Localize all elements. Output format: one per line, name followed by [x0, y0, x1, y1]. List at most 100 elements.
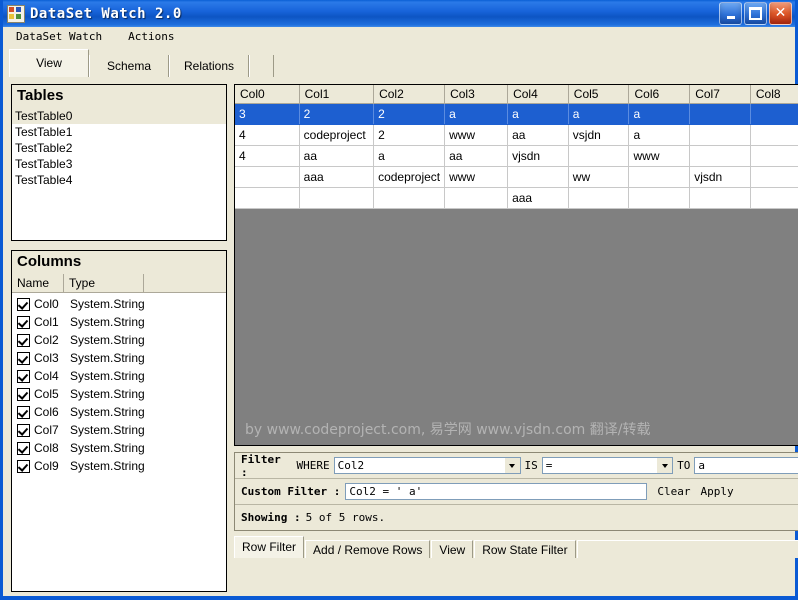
grid-cell[interactable]: www [444, 124, 509, 146]
grid-cell[interactable] [689, 145, 751, 167]
filter-column-dropdown[interactable]: Col2 [333, 457, 521, 474]
grid-cell[interactable]: vsjdn [568, 124, 630, 146]
grid-cell[interactable]: a [507, 103, 569, 125]
grid-cell[interactable]: 2 [299, 103, 375, 125]
list-item[interactable]: Col4 System.String [12, 367, 226, 385]
checkbox-icon[interactable] [17, 369, 30, 383]
grid-cell[interactable]: ww [568, 166, 630, 188]
table-row[interactable]: 4 codeproject 2 www aa vsjdn a [235, 124, 798, 146]
menu-item-dataset-watch[interactable]: DataSet Watch [13, 29, 105, 44]
column-header-name[interactable]: Name [12, 274, 64, 292]
list-item[interactable]: Col8 System.String [12, 439, 226, 457]
list-item[interactable]: Col5 System.String [12, 385, 226, 403]
grid-column-header[interactable]: Col3 [444, 85, 509, 104]
grid-column-header[interactable]: Col0 [235, 85, 300, 104]
chevron-down-icon[interactable] [503, 458, 520, 473]
list-item[interactable]: Col9 System.String [12, 457, 226, 475]
list-item[interactable]: Col6 System.String [12, 403, 226, 421]
list-item[interactable]: TestTable1 [12, 124, 226, 140]
table-row[interactable]: 4 aa a aa vjsdn www [235, 145, 798, 167]
grid-cell[interactable] [444, 187, 509, 209]
grid-cell[interactable] [568, 187, 630, 209]
minimize-button[interactable] [719, 2, 742, 25]
column-header-type[interactable]: Type [64, 274, 144, 292]
chevron-down-icon[interactable] [656, 458, 673, 473]
table-row[interactable]: aaa codeproject www ww vjsdn [235, 166, 798, 188]
filter-value-input[interactable]: a [694, 457, 798, 474]
tables-listbox[interactable]: TestTable0 TestTable1 TestTable2 TestTab… [12, 108, 226, 236]
grid-cell[interactable] [750, 187, 798, 209]
tab-relations[interactable]: Relations [169, 55, 249, 77]
list-item[interactable]: Col3 System.String [12, 349, 226, 367]
grid-cell[interactable] [750, 145, 798, 167]
grid-cell[interactable] [235, 187, 300, 209]
grid-cell[interactable] [299, 187, 375, 209]
grid-cell[interactable] [689, 187, 751, 209]
table-row[interactable]: 3 2 2 a a a a [235, 103, 798, 125]
list-item[interactable]: TestTable4 [12, 172, 226, 188]
table-row[interactable]: aaa [235, 187, 798, 209]
grid-cell[interactable] [750, 103, 798, 125]
checkbox-icon[interactable] [17, 297, 30, 311]
grid-cell[interactable] [689, 124, 751, 146]
grid-cell[interactable] [568, 145, 630, 167]
grid-cell[interactable]: 3 [235, 103, 300, 125]
grid-cell[interactable]: 4 [235, 124, 300, 146]
checkbox-icon[interactable] [17, 423, 30, 437]
maximize-button[interactable] [744, 2, 767, 25]
grid-column-header[interactable]: Col7 [689, 85, 751, 104]
bottom-tab-row-state-filter[interactable]: Row State Filter [474, 540, 576, 558]
grid-cell[interactable]: a [373, 145, 446, 167]
checkbox-icon[interactable] [17, 459, 30, 473]
grid-cell[interactable] [235, 166, 300, 188]
grid-cell[interactable] [750, 124, 798, 146]
grid-cell[interactable]: codeproject [299, 124, 375, 146]
grid-cell[interactable]: aa [299, 145, 375, 167]
grid-cell[interactable] [750, 166, 798, 188]
grid-cell[interactable]: 2 [373, 124, 446, 146]
tab-view[interactable]: View [9, 49, 89, 77]
grid-cell[interactable]: a [568, 103, 630, 125]
apply-button[interactable]: Apply [700, 485, 733, 498]
close-button[interactable]: ✕ [769, 2, 792, 25]
checkbox-icon[interactable] [17, 441, 30, 455]
bottom-tab-row-filter[interactable]: Row Filter [234, 536, 305, 558]
clear-button[interactable]: Clear [657, 485, 690, 498]
list-item[interactable]: Col2 System.String [12, 331, 226, 349]
grid-column-header[interactable]: Col2 [373, 85, 446, 104]
list-item[interactable]: Col0 System.String [12, 295, 226, 313]
grid-cell[interactable]: a [444, 103, 509, 125]
grid-cell[interactable]: vjsdn [689, 166, 751, 188]
list-item[interactable]: TestTable2 [12, 140, 226, 156]
tab-schema[interactable]: Schema [89, 55, 169, 77]
grid-cell[interactable]: a [628, 103, 691, 125]
checkbox-icon[interactable] [17, 333, 30, 347]
grid-cell[interactable]: aaa [507, 187, 569, 209]
grid-cell[interactable]: 2 [373, 103, 446, 125]
grid-cell[interactable]: aa [507, 124, 569, 146]
grid-cell[interactable]: 4 [235, 145, 300, 167]
checkbox-icon[interactable] [17, 405, 30, 419]
grid-cell[interactable]: aa [444, 145, 509, 167]
checkbox-icon[interactable] [17, 315, 30, 329]
grid-cell[interactable] [689, 103, 751, 125]
bottom-tab-view[interactable]: View [431, 540, 474, 558]
grid-column-header[interactable]: Col6 [628, 85, 691, 104]
grid-cell[interactable]: www [628, 145, 691, 167]
list-item[interactable]: Col7 System.String [12, 421, 226, 439]
grid-cell[interactable] [507, 166, 569, 188]
grid-cell[interactable] [628, 187, 691, 209]
grid-cell[interactable] [373, 187, 446, 209]
menu-item-actions[interactable]: Actions [125, 29, 177, 44]
list-item[interactable]: TestTable3 [12, 156, 226, 172]
checkbox-icon[interactable] [17, 387, 30, 401]
grid-cell[interactable]: aaa [299, 166, 375, 188]
checkbox-icon[interactable] [17, 351, 30, 365]
grid-column-header[interactable]: Col1 [299, 85, 375, 104]
grid-column-header[interactable]: Col5 [568, 85, 630, 104]
bottom-tab-add-remove-rows[interactable]: Add / Remove Rows [305, 540, 431, 558]
grid-cell[interactable]: www [444, 166, 509, 188]
grid-cell[interactable]: a [628, 124, 691, 146]
grid-column-header[interactable]: Col4 [507, 85, 569, 104]
list-item[interactable]: Col1 System.String [12, 313, 226, 331]
